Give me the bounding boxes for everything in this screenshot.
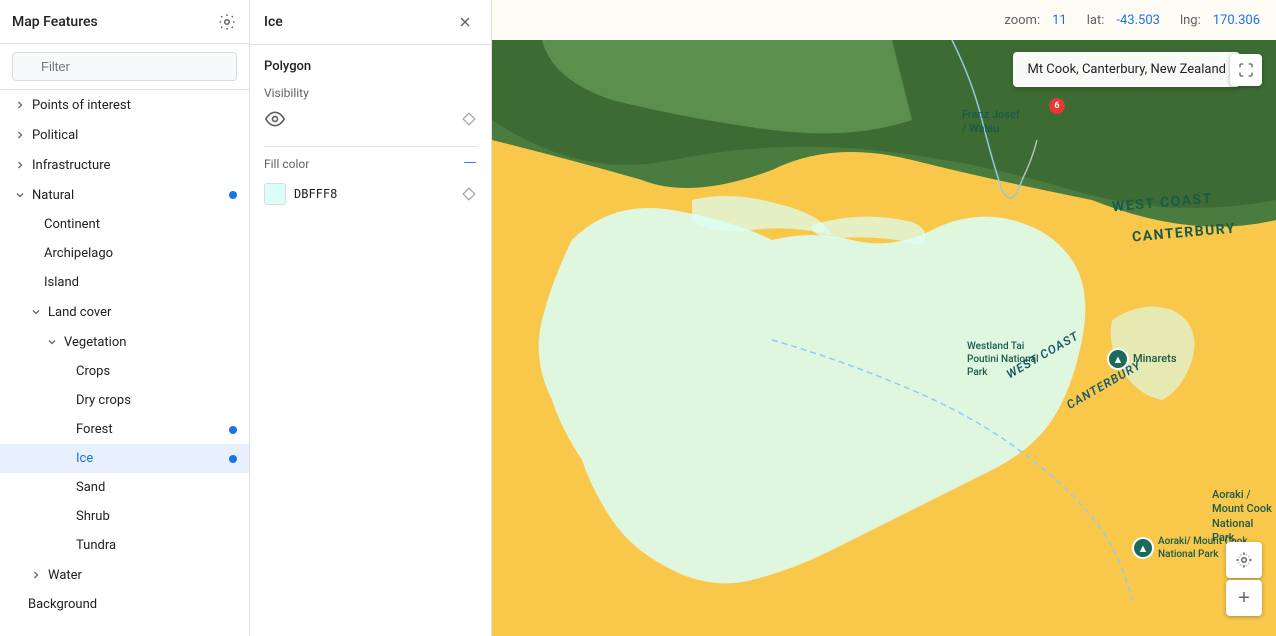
fullscreen-button[interactable] xyxy=(1230,54,1262,86)
filter-input[interactable] xyxy=(12,52,237,81)
filter-bar xyxy=(0,44,249,90)
sidebar-item-crops[interactable]: Crops xyxy=(0,357,249,386)
ice-dot xyxy=(229,455,237,463)
island-label: Island xyxy=(44,275,237,290)
color-swatch[interactable] xyxy=(264,183,286,205)
map-area[interactable]: zoom: 11 lat: -43.503 lng: 170.306 xyxy=(492,0,1276,636)
forest-label: Forest xyxy=(76,422,229,437)
lat-value: -43.503 xyxy=(1116,13,1160,28)
sidebar-item-political[interactable]: Political xyxy=(0,120,249,150)
crops-label: Crops xyxy=(76,364,237,379)
political-label: Political xyxy=(32,128,237,143)
visibility-row xyxy=(264,108,477,130)
section-label: Polygon xyxy=(264,59,477,74)
zoom-label: zoom: xyxy=(1004,13,1040,28)
sidebar-item-land-cover[interactable]: Land cover xyxy=(0,297,249,327)
ice-label: Ice xyxy=(76,451,229,466)
background-label: Background xyxy=(28,597,237,612)
water-chevron-icon[interactable] xyxy=(28,567,44,583)
lng-value: 170.306 xyxy=(1213,13,1260,28)
sidebar-item-background[interactable]: Background xyxy=(0,590,249,619)
detail-content: Polygon Visibility Fill color — DBFFF8 xyxy=(250,45,491,636)
sidebar-item-infrastructure[interactable]: Infrastructure xyxy=(0,150,249,180)
separator-1 xyxy=(264,146,477,147)
fill-color-minus-icon[interactable]: — xyxy=(463,155,477,173)
close-button[interactable] xyxy=(453,10,477,34)
shrub-label: Shrub xyxy=(76,509,237,524)
sidebar-item-archipelago[interactable]: Archipelago xyxy=(0,239,249,268)
location-text: Mt Cook, Canterbury, New Zealand xyxy=(1027,62,1226,77)
color-hex-value: DBFFF8 xyxy=(294,187,337,201)
sidebar-item-forest[interactable]: Forest xyxy=(0,415,249,444)
infrastructure-label: Infrastructure xyxy=(32,158,237,173)
natural-chevron-icon[interactable] xyxy=(12,187,28,203)
fill-color-row: Fill color — xyxy=(264,155,477,173)
forest-dot xyxy=(229,426,237,434)
franz-josef-badge: 6 xyxy=(1049,98,1065,114)
left-header: Map Features xyxy=(0,0,249,44)
panel-title: Map Features xyxy=(12,14,98,30)
tree-list: Points of interest Political Infrastructur… xyxy=(0,90,249,636)
left-panel: Map Features Points of interest Political… xyxy=(0,0,250,636)
fill-color-label: Fill color xyxy=(264,157,309,171)
sidebar-item-natural[interactable]: Natural xyxy=(0,180,249,210)
zoom-value: 11 xyxy=(1052,13,1067,28)
map-topbar: zoom: 11 lat: -43.503 lng: 170.306 xyxy=(492,0,1276,40)
location-tooltip: Mt Cook, Canterbury, New Zealand xyxy=(1013,52,1240,87)
natural-dot xyxy=(229,191,237,199)
gear-icon[interactable] xyxy=(217,12,237,32)
eye-icon[interactable] xyxy=(264,108,286,130)
lng-label: lng: xyxy=(1180,13,1201,28)
sidebar-item-tundra[interactable]: Tundra xyxy=(0,531,249,560)
sand-label: Sand xyxy=(76,480,237,495)
location-button[interactable] xyxy=(1226,542,1262,578)
visibility-label: Visibility xyxy=(264,86,477,100)
sidebar-item-shrub[interactable]: Shrub xyxy=(0,502,249,531)
sidebar-item-dry-crops[interactable]: Dry crops xyxy=(0,386,249,415)
infrastructure-chevron-icon[interactable] xyxy=(12,157,28,173)
land-cover-label: Land cover xyxy=(48,305,237,320)
sidebar-item-points-of-interest[interactable]: Points of interest xyxy=(0,90,249,120)
color-row[interactable]: DBFFF8 xyxy=(264,183,477,205)
water-label: Water xyxy=(48,568,237,583)
natural-label: Natural xyxy=(32,188,229,203)
zoom-in-button[interactable]: + xyxy=(1226,580,1262,616)
sidebar-item-continent[interactable]: Continent xyxy=(0,210,249,239)
dry-crops-label: Dry crops xyxy=(76,393,237,408)
map-svg xyxy=(492,40,1276,636)
color-diamond-icon[interactable] xyxy=(461,186,477,202)
map-controls: + xyxy=(1226,542,1262,616)
continent-label: Continent xyxy=(44,217,237,232)
land-cover-chevron-icon[interactable] xyxy=(28,304,44,320)
sidebar-item-water[interactable]: Water xyxy=(0,560,249,590)
sidebar-item-ice[interactable]: Ice xyxy=(0,444,249,473)
sidebar-item-island[interactable]: Island xyxy=(0,268,249,297)
vegetation-chevron-icon[interactable] xyxy=(44,334,60,350)
sidebar-item-vegetation[interactable]: Vegetation xyxy=(0,327,249,357)
archipelago-label: Archipelago xyxy=(44,246,237,261)
political-chevron-icon[interactable] xyxy=(12,127,28,143)
lat-label: lat: xyxy=(1087,13,1105,28)
sidebar-item-sand[interactable]: Sand xyxy=(0,473,249,502)
visibility-diamond-icon[interactable] xyxy=(461,111,477,127)
detail-header: Ice xyxy=(250,0,491,45)
vegetation-label: Vegetation xyxy=(64,335,237,350)
detail-title: Ice xyxy=(264,14,283,30)
detail-panel: Ice Polygon Visibility Fill co xyxy=(250,0,492,636)
points-of-interest-chevron-icon[interactable] xyxy=(12,97,28,113)
points-of-interest-label: Points of interest xyxy=(32,98,237,113)
tundra-label: Tundra xyxy=(76,538,237,553)
